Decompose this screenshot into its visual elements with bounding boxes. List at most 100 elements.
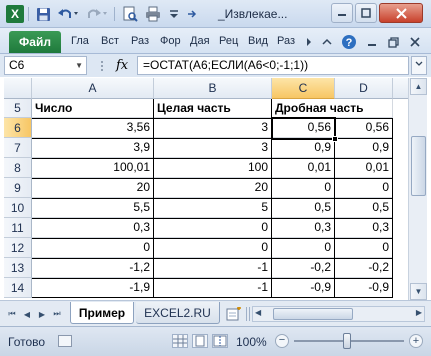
last-sheet-icon[interactable]: ⏭: [50, 307, 64, 321]
table-header-cell[interactable]: Число: [32, 99, 154, 118]
restore-icon[interactable]: [384, 33, 402, 51]
insert-sheet-icon[interactable]: [224, 305, 244, 322]
table-cell[interactable]: 20: [154, 178, 272, 198]
table-cell[interactable]: [335, 99, 393, 118]
horizontal-scrollbar[interactable]: ◀ ▶: [252, 306, 425, 322]
table-cell[interactable]: 0,3: [272, 218, 335, 238]
macro-record-icon[interactable]: [58, 335, 72, 347]
maximize-button[interactable]: [355, 3, 377, 23]
name-box[interactable]: C6 ▼: [4, 56, 87, 75]
table-cell[interactable]: 3,56: [32, 118, 154, 138]
sheet-tab-excel2ru[interactable]: EXCEL2.RU: [136, 302, 220, 324]
page-layout-view-icon[interactable]: [192, 334, 208, 348]
table-cell[interactable]: 5: [154, 198, 272, 218]
column-header-d[interactable]: D: [335, 78, 393, 99]
prev-sheet-icon[interactable]: ◀: [20, 307, 34, 321]
scroll-right-icon[interactable]: ▶: [416, 308, 422, 317]
table-cell[interactable]: -1,9: [32, 278, 154, 298]
table-cell[interactable]: 0: [154, 218, 272, 238]
tab-page-layout[interactable]: Раз: [131, 35, 149, 47]
file-tab[interactable]: Файл: [9, 31, 61, 53]
row-header[interactable]: 5: [4, 99, 32, 118]
select-all-corner[interactable]: [4, 78, 32, 99]
fill-handle[interactable]: [332, 136, 338, 142]
zoom-slider-thumb[interactable]: [343, 333, 351, 349]
sheet-tab-primer[interactable]: Пример: [70, 302, 134, 324]
column-header-c[interactable]: C: [272, 78, 335, 99]
table-cell[interactable]: 5,5: [32, 198, 154, 218]
print-icon[interactable]: [143, 5, 163, 23]
scroll-left-icon[interactable]: ◀: [255, 308, 261, 317]
table-cell[interactable]: -0,9: [272, 278, 335, 298]
next-sheet-icon[interactable]: ▶: [35, 307, 49, 321]
table-header-cell[interactable]: Целая часть: [154, 99, 272, 118]
tab-developer[interactable]: Раз: [277, 35, 295, 47]
zoom-out-button[interactable]: −: [275, 334, 289, 348]
table-cell[interactable]: -0,2: [272, 258, 335, 278]
row-header[interactable]: 10: [4, 198, 32, 218]
table-cell[interactable]: 0: [335, 178, 393, 198]
table-cell[interactable]: 0,3: [32, 218, 154, 238]
column-header-a[interactable]: A: [32, 78, 154, 99]
table-cell[interactable]: 3: [154, 118, 272, 138]
table-cell[interactable]: -1,2: [32, 258, 154, 278]
minimize-button[interactable]: [331, 3, 353, 23]
tab-view[interactable]: Вид: [248, 35, 268, 47]
tab-split-handle[interactable]: [246, 307, 250, 321]
table-cell[interactable]: 0: [272, 178, 335, 198]
expand-formula-bar-icon[interactable]: [411, 56, 427, 75]
row-header[interactable]: 12: [4, 238, 32, 258]
table-cell[interactable]: -1: [154, 278, 272, 298]
zoom-in-button[interactable]: +: [409, 334, 423, 348]
insert-function-icon[interactable]: fx: [116, 56, 128, 75]
table-cell[interactable]: 100,01: [32, 158, 154, 178]
formula-input[interactable]: =ОСТАТ(A6;ЕСЛИ(A6<0;-1;1)): [137, 56, 409, 75]
table-cell[interactable]: -0,9: [335, 278, 393, 298]
page-break-view-icon[interactable]: [212, 334, 228, 348]
tab-review[interactable]: Рец: [219, 35, 238, 47]
row-header[interactable]: 8: [4, 158, 32, 178]
table-cell[interactable]: 0,01: [272, 158, 335, 178]
ribbon-scroll-icon[interactable]: [303, 33, 315, 51]
zoom-level[interactable]: 100%: [236, 335, 267, 349]
row-header[interactable]: 11: [4, 218, 32, 238]
table-cell[interactable]: 0: [335, 238, 393, 258]
redo-icon[interactable]: [84, 5, 110, 23]
close-button[interactable]: [379, 3, 423, 23]
row-header[interactable]: 14: [4, 278, 32, 298]
print-preview-icon[interactable]: [120, 5, 140, 23]
table-cell[interactable]: 20: [32, 178, 154, 198]
table-cell[interactable]: 0,9: [335, 138, 393, 158]
row-header[interactable]: 7: [4, 138, 32, 158]
table-cell[interactable]: 0,9: [272, 138, 335, 158]
first-sheet-icon[interactable]: ⏮: [5, 307, 19, 321]
worksheet-grid[interactable]: A B C D 5 6 7 8 9 10 11 12 13 14 Число Ц…: [4, 78, 408, 300]
minimize-doc-icon[interactable]: [363, 33, 381, 51]
table-cell[interactable]: 3: [154, 138, 272, 158]
table-cell[interactable]: 0,01: [335, 158, 393, 178]
tab-home[interactable]: Гла: [71, 35, 89, 47]
table-cell[interactable]: 0: [272, 238, 335, 258]
table-cell[interactable]: 0,56: [335, 118, 393, 138]
tab-data[interactable]: Дая: [190, 35, 210, 47]
table-cell[interactable]: 0: [154, 238, 272, 258]
table-cell[interactable]: 0,3: [335, 218, 393, 238]
table-cell[interactable]: -0,2: [335, 258, 393, 278]
scroll-down-icon[interactable]: ▼: [410, 283, 427, 300]
tab-insert[interactable]: Вст: [101, 35, 119, 47]
table-cell[interactable]: 3,9: [32, 138, 154, 158]
column-header-e[interactable]: [393, 78, 408, 99]
normal-view-icon[interactable]: [172, 334, 188, 348]
chevron-down-icon[interactable]: ▼: [75, 57, 83, 74]
table-cell-active[interactable]: 0,56: [272, 118, 335, 138]
empty-column-e[interactable]: [393, 99, 408, 298]
excel-app-icon[interactable]: X: [6, 5, 24, 23]
row-header[interactable]: 6: [4, 118, 32, 138]
table-cell[interactable]: 0: [32, 238, 154, 258]
help-icon[interactable]: ?: [340, 33, 358, 51]
scroll-up-icon[interactable]: ▲: [410, 78, 427, 95]
vertical-scroll-thumb[interactable]: [411, 136, 426, 196]
close-doc-icon[interactable]: [406, 33, 424, 51]
horizontal-scroll-thumb[interactable]: [273, 308, 353, 320]
table-cell[interactable]: 0,5: [335, 198, 393, 218]
